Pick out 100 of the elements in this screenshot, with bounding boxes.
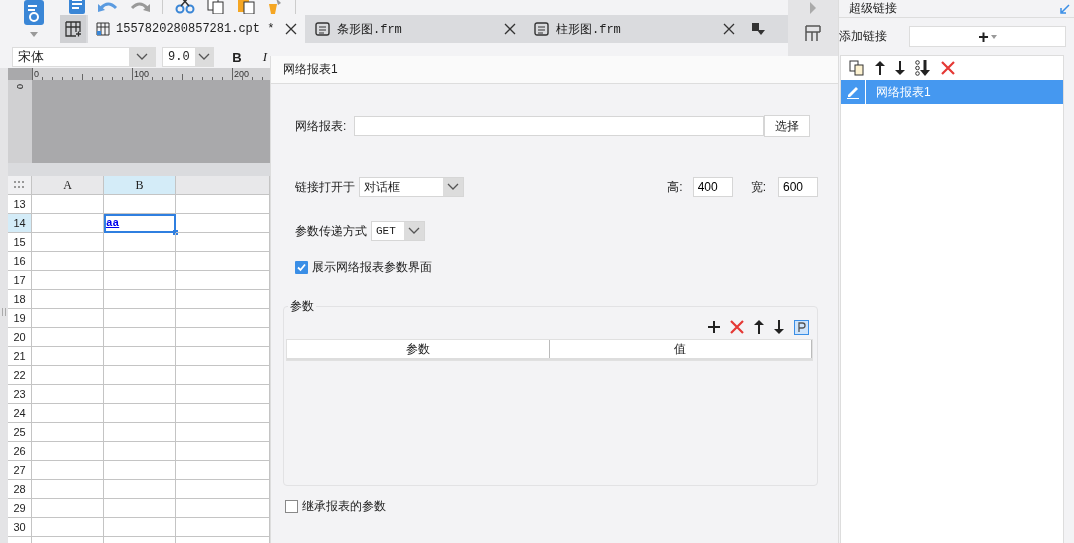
- table-cell[interactable]: [32, 385, 104, 404]
- table-cell[interactable]: [32, 499, 104, 518]
- table-cell[interactable]: [32, 271, 104, 290]
- brush-icon[interactable]: [267, 0, 283, 14]
- table-cell[interactable]: [104, 366, 176, 385]
- table-cell[interactable]: [104, 290, 176, 309]
- table-cell[interactable]: [104, 461, 176, 480]
- table-cell[interactable]: [32, 461, 104, 480]
- close-icon[interactable]: [723, 23, 735, 35]
- table-cell[interactable]: [104, 271, 176, 290]
- delete-icon[interactable]: [941, 61, 955, 75]
- close-icon[interactable]: [504, 23, 516, 35]
- row-header[interactable]: 21: [8, 347, 32, 366]
- table-cell[interactable]: [32, 195, 104, 214]
- row-header[interactable]: 15: [8, 233, 32, 252]
- table-cell[interactable]: [104, 480, 176, 499]
- table-cell[interactable]: [104, 423, 176, 442]
- selected-cell[interactable]: aa: [104, 214, 176, 233]
- table-cell[interactable]: [32, 518, 104, 537]
- table-cell[interactable]: [104, 499, 176, 518]
- table-cell[interactable]: [32, 442, 104, 461]
- cell-attribute-icon[interactable]: [804, 24, 822, 42]
- arrow-down-icon[interactable]: [774, 320, 784, 334]
- column-header[interactable]: B: [104, 176, 176, 195]
- report-path-field[interactable]: [354, 116, 765, 136]
- report-designer-logo-icon[interactable]: [23, 0, 45, 26]
- row-header[interactable]: 23: [8, 385, 32, 404]
- row-header[interactable]: 18: [8, 290, 32, 309]
- open-target-select[interactable]: 对话框: [359, 177, 464, 197]
- row-header[interactable]: 28: [8, 480, 32, 499]
- close-icon[interactable]: [285, 23, 297, 35]
- scissors-icon[interactable]: [175, 0, 195, 14]
- fill-handle[interactable]: [173, 230, 178, 235]
- add-link-button[interactable]: +: [909, 26, 1066, 47]
- row-header[interactable]: 30: [8, 518, 32, 537]
- column-header[interactable]: 参数: [287, 340, 550, 358]
- document-icon[interactable]: [68, 0, 86, 14]
- select-all-icon[interactable]: [8, 176, 32, 195]
- row-header[interactable]: 26: [8, 442, 32, 461]
- table-cell[interactable]: [104, 442, 176, 461]
- table-cell[interactable]: [32, 366, 104, 385]
- file-tab[interactable]: 条形图.frm: [307, 15, 524, 43]
- parameter-icon[interactable]: [794, 319, 809, 335]
- table-cell[interactable]: [32, 328, 104, 347]
- table-cell[interactable]: [104, 252, 176, 271]
- file-tab[interactable]: 柱形图.frm: [526, 15, 743, 43]
- table-cell[interactable]: [32, 347, 104, 366]
- arrow-down-icon[interactable]: [895, 61, 905, 75]
- arrow-up-icon[interactable]: [875, 61, 885, 75]
- table-cell[interactable]: [32, 252, 104, 271]
- add-icon[interactable]: [708, 321, 720, 333]
- file-tab[interactable]: 1557820280857281.cpt *: [88, 15, 305, 43]
- row-header[interactable]: 20: [8, 328, 32, 347]
- row-header[interactable]: 25: [8, 423, 32, 442]
- delete-icon[interactable]: [730, 320, 744, 334]
- font-size-select[interactable]: 9.0: [162, 47, 214, 67]
- row-header[interactable]: 27: [8, 461, 32, 480]
- expand-arrow-icon[interactable]: [809, 2, 817, 14]
- column-header[interactable]: 值: [549, 340, 812, 358]
- copy-icon[interactable]: [849, 60, 865, 76]
- column-header[interactable]: A: [32, 176, 104, 195]
- row-header[interactable]: 24: [8, 404, 32, 423]
- row-header[interactable]: 19: [8, 309, 32, 328]
- table-cell[interactable]: [104, 518, 176, 537]
- table-cell[interactable]: [104, 385, 176, 404]
- choose-button[interactable]: 选择: [764, 115, 811, 137]
- method-select[interactable]: GET: [371, 221, 425, 241]
- grid-add-icon[interactable]: [60, 15, 86, 43]
- checkbox[interactable]: [285, 500, 298, 513]
- table-cell[interactable]: [104, 233, 176, 252]
- arrow-up-icon[interactable]: [754, 320, 764, 334]
- row-header[interactable]: 14: [8, 214, 32, 233]
- table-cell[interactable]: [32, 423, 104, 442]
- table-cell[interactable]: [32, 404, 104, 423]
- table-cell[interactable]: [32, 480, 104, 499]
- undo-icon[interactable]: [98, 0, 118, 14]
- caret-icon[interactable]: [30, 32, 38, 37]
- paste-icon[interactable]: [237, 0, 255, 14]
- table-cell[interactable]: [104, 195, 176, 214]
- bold-button[interactable]: B: [226, 49, 248, 65]
- column-header[interactable]: [176, 176, 270, 195]
- row-header[interactable]: 16: [8, 252, 32, 271]
- font-select[interactable]: 宋体: [12, 47, 156, 67]
- row-header[interactable]: 13: [8, 195, 32, 214]
- table-cell[interactable]: [104, 309, 176, 328]
- row-header[interactable]: 22: [8, 366, 32, 385]
- splitter-handle[interactable]: [2, 308, 6, 316]
- row-header[interactable]: 17: [8, 271, 32, 290]
- table-cell[interactable]: [104, 328, 176, 347]
- table-cell[interactable]: [32, 233, 104, 252]
- table-cell[interactable]: [32, 309, 104, 328]
- width-field[interactable]: 600: [778, 177, 818, 197]
- table-cell[interactable]: [32, 290, 104, 309]
- height-field[interactable]: 400: [692, 177, 733, 197]
- move-to-bottom-icon[interactable]: [915, 60, 931, 76]
- copy-icon[interactable]: [207, 0, 225, 14]
- collapse-arrow-icon[interactable]: [1060, 3, 1070, 14]
- checkbox[interactable]: [295, 261, 308, 274]
- hyperlink-cell-text[interactable]: aa: [104, 217, 120, 229]
- redo-icon[interactable]: [130, 0, 150, 14]
